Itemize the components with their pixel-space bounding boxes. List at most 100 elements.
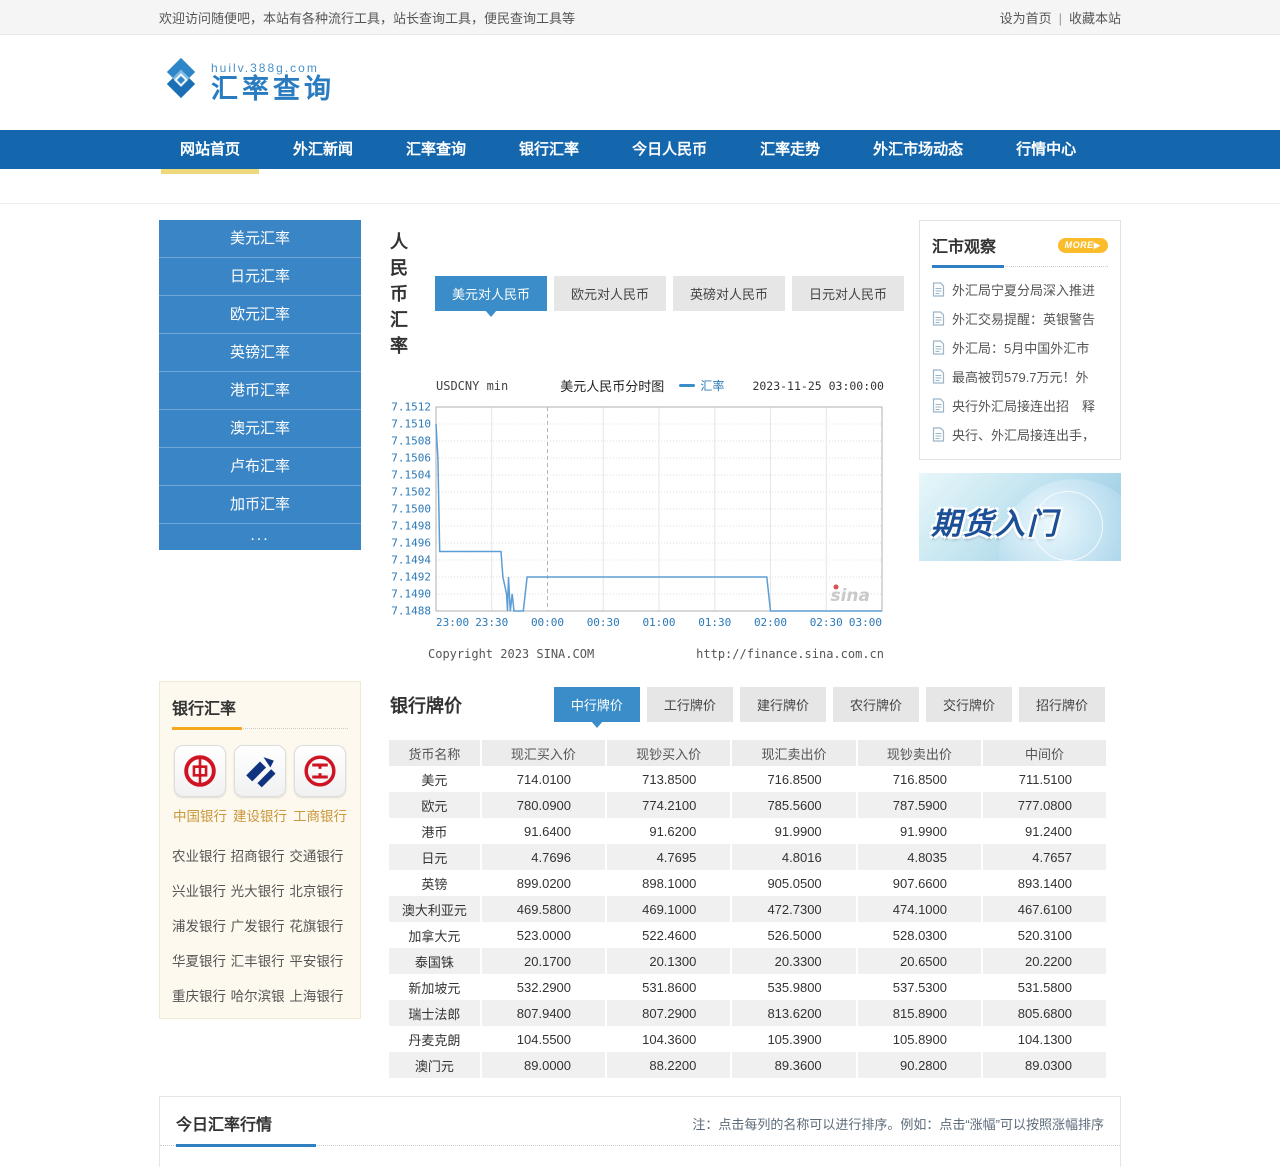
bank-link[interactable]: 光大银行 <box>231 880 290 900</box>
cell-value: 537.5300 <box>855 974 982 1000</box>
table-row: 日元 4.7696 4.7695 4.8016 4.8035 4.7657 <box>389 844 1106 870</box>
nav-item[interactable]: 行情中心 <box>995 130 1097 169</box>
bank-link[interactable]: 招商银行 <box>231 845 290 865</box>
featured-bank[interactable]: 工商银行 <box>292 745 348 825</box>
subnav-strip <box>0 169 1280 204</box>
cell-value: 20.2200 <box>981 948 1106 974</box>
cell-value: 20.6500 <box>855 948 982 974</box>
y-tick-label: 7.1488 <box>391 605 431 618</box>
cell-value: 711.5100 <box>981 766 1106 792</box>
news-item[interactable]: 外汇局宁夏分局深入推进 <box>932 275 1108 304</box>
cell-value: 469.1000 <box>605 896 732 922</box>
bank-link[interactable]: 兴业银行 <box>172 880 231 900</box>
set-home-link[interactable]: 设为首页 <box>1000 11 1052 26</box>
table-row: 澳门元 89.0000 88.2200 89.3600 90.2800 89.0300 <box>389 1052 1106 1078</box>
featured-bank[interactable]: 建设银行 <box>232 745 288 825</box>
cell-currency-name: 欧元 <box>389 792 481 818</box>
y-tick-label: 7.1510 <box>391 418 431 431</box>
y-tick-label: 7.1504 <box>391 469 431 482</box>
tab[interactable]: 建行牌价 <box>739 687 826 722</box>
news-item[interactable]: 央行、外汇局接连出手， <box>932 420 1108 449</box>
tab[interactable]: 工行牌价 <box>646 687 733 722</box>
sidebar-item[interactable]: 日元汇率 <box>159 258 361 296</box>
bank-link[interactable]: 上海银行 <box>289 985 348 1005</box>
cell-currency-name: 瑞士法郎 <box>389 1000 481 1026</box>
tab[interactable]: 日元对人民币 <box>791 275 904 311</box>
header-cell: 现钞卖出价 <box>855 740 982 766</box>
document-icon <box>932 369 945 384</box>
cell-value: 20.1700 <box>479 948 607 974</box>
news-item[interactable]: 外汇交易提醒：英银警告 <box>932 304 1108 333</box>
table-row: 澳大利亚元 469.5800 469.1000 472.7300 474.1000 467… <box>389 896 1106 922</box>
news-item-text: 外汇局宁夏分局深入推进 <box>952 283 1096 298</box>
today-header-row: 币种/代码现价涨幅%涨跌开盘最高最低振幅%买价/卖价 <box>160 1146 1120 1167</box>
tab[interactable]: 交行牌价 <box>925 687 1012 722</box>
nav-item[interactable]: 网站首页 <box>159 130 261 174</box>
bank-link[interactable]: 花旗银行 <box>289 915 348 935</box>
nav-item[interactable]: 银行汇率 <box>498 130 600 169</box>
bank-link[interactable]: 哈尔滨银 <box>231 985 290 1005</box>
featured-banks: 中国银行 建设银行 工商银行 <box>172 745 348 825</box>
news-item[interactable]: 最高被罚579.7万元！外 <box>932 362 1108 391</box>
nav-item[interactable]: 今日人民币 <box>611 130 728 169</box>
nav-item[interactable]: 外汇市场动态 <box>852 130 984 169</box>
tab[interactable]: 美元对人民币 <box>434 275 547 317</box>
title-underline <box>176 1144 316 1147</box>
cell-currency-name: 美元 <box>421 772 448 788</box>
x-tick-label: 03:00 <box>849 616 882 629</box>
cell-value: 807.2900 <box>605 1000 732 1026</box>
sidebar-more-button[interactable]: ... <box>159 524 361 550</box>
y-tick-label: 7.1492 <box>391 571 431 584</box>
sidebar-item[interactable]: 英镑汇率 <box>159 334 361 372</box>
sidebar-item[interactable]: 港币汇率 <box>159 372 361 410</box>
rate-chart: 7.1512 7.1510 7.1508 7.1506 7.1504 7.1502 7.15… <box>391 401 883 629</box>
cell-value: 528.0300 <box>855 922 982 948</box>
more-button[interactable]: MORE▶ <box>1057 237 1108 253</box>
bank-link[interactable]: 重庆银行 <box>172 985 231 1005</box>
bank-link[interactable]: 汇丰银行 <box>231 950 290 970</box>
bank-box-title: 银行汇率 <box>172 701 237 718</box>
cell-value: 89.0300 <box>981 1052 1106 1078</box>
legend-label: 汇率 <box>700 379 725 393</box>
cell-value: 474.1000 <box>855 896 982 922</box>
x-tick-label: 02:30 <box>810 616 843 629</box>
cell-value: 20.1300 <box>605 948 732 974</box>
bank-price-tabs: 中行牌价 工行牌价 建行牌价 农行牌价 交行牌价 招行牌价 <box>553 687 1105 728</box>
bank-link[interactable]: 交通银行 <box>289 845 348 865</box>
sidebar-item[interactable]: 欧元汇率 <box>159 296 361 334</box>
cell-value: 89.0000 <box>479 1052 607 1078</box>
nav-item[interactable]: 外汇新闻 <box>272 130 374 169</box>
sidebar-item[interactable]: 加币汇率 <box>159 486 361 524</box>
tab[interactable]: 招行牌价 <box>1018 687 1105 722</box>
site-logo[interactable]: huilv.388g.com 汇率查询 <box>159 57 335 107</box>
sidebar-item[interactable]: 卢布汇率 <box>159 448 361 486</box>
sidebar-item[interactable]: 澳元汇率 <box>159 410 361 448</box>
y-tick-label: 7.1494 <box>391 554 431 567</box>
promo-banner[interactable]: 期货入门 <box>919 473 1121 561</box>
rmb-rate-panel: 人民币汇率 美元对人民币 欧元对人民币 英磅对人民币 日元对人民币 USDCNY mi… <box>374 220 904 661</box>
news-item[interactable]: 央行外汇局接连出招 释 <box>932 391 1108 420</box>
bank-link[interactable]: 北京银行 <box>289 880 348 900</box>
bank-link[interactable]: 广发银行 <box>231 915 290 935</box>
tab[interactable]: 农行牌价 <box>832 687 919 722</box>
featured-bank[interactable]: 中国银行 <box>172 745 228 825</box>
nav-item[interactable]: 汇率查询 <box>385 130 487 169</box>
x-tick-label: 02:00 <box>754 616 787 629</box>
table-row: 丹麦克朗 104.5500 104.3600 105.3900 105.8900 104.… <box>389 1026 1106 1052</box>
favorite-link[interactable]: 收藏本站 <box>1069 11 1121 26</box>
y-tick-label: 7.1512 <box>391 401 431 414</box>
cell-currency-name: 丹麦克朗 <box>408 1032 461 1048</box>
tab[interactable]: 欧元对人民币 <box>553 275 666 311</box>
bank-link[interactable]: 浦发银行 <box>172 915 231 935</box>
sidebar-item[interactable]: 美元汇率 <box>159 220 361 258</box>
cell-value: 91.6400 <box>479 818 607 844</box>
tab[interactable]: 中行牌价 <box>553 687 640 728</box>
news-item[interactable]: 外汇局：5月中国外汇市 <box>932 333 1108 362</box>
cell-value: 532.2900 <box>479 974 607 1000</box>
bank-link[interactable]: 平安银行 <box>289 950 348 970</box>
bank-link[interactable]: 华夏银行 <box>172 950 231 970</box>
cell-value: 20.3300 <box>730 948 857 974</box>
tab[interactable]: 英磅对人民币 <box>672 275 785 311</box>
bank-link[interactable]: 农业银行 <box>172 845 231 865</box>
nav-item[interactable]: 汇率走势 <box>739 130 841 169</box>
